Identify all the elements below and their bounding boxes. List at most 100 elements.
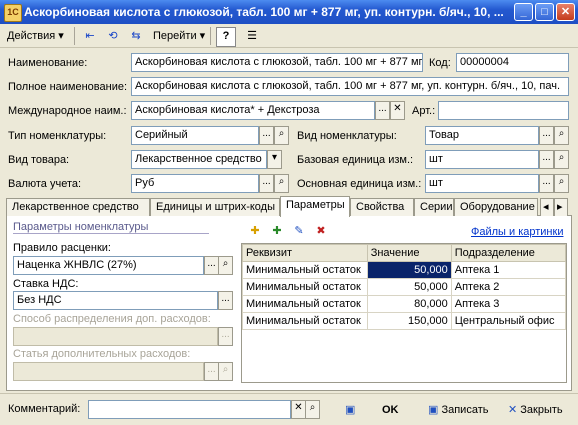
tab-parameters[interactable]: Параметры — [280, 196, 350, 217]
column-header-department[interactable]: Подразделение — [450, 244, 567, 262]
close-window-button[interactable]: ✕ — [556, 3, 575, 21]
base-unit-search-icon[interactable]: ⌕ — [554, 150, 569, 169]
code-label: Код: — [429, 57, 451, 69]
window-title: Аскорбиновая кислота с глюкозой, табл. 1… — [24, 5, 504, 19]
edit-row-icon[interactable]: ✎ — [289, 222, 309, 242]
table-row[interactable]: Минимальный остаток 50,000 Аптека 1 — [242, 261, 567, 279]
actions-menu[interactable]: Действия ▾ — [4, 26, 67, 46]
main-unit-label: Основная единица изм.: — [297, 178, 422, 190]
extra-cost-select-button: ... — [204, 362, 219, 381]
list-icon[interactable]: ☰ — [242, 27, 262, 47]
nom-type-search-icon[interactable]: ⌕ — [274, 126, 289, 145]
copy-row-icon[interactable]: ✚ — [267, 222, 287, 242]
currency-field[interactable]: Руб — [131, 174, 259, 193]
nom-kind-field[interactable]: Товар — [425, 126, 539, 145]
go-back-icon[interactable]: ⇤ — [80, 27, 100, 47]
structure-icon[interactable]: ⇆ — [126, 27, 146, 47]
nom-type-field[interactable]: Серийный — [131, 126, 259, 145]
goods-kind-field[interactable]: Лекарственное средство — [131, 150, 267, 169]
tab-scroll-left-icon[interactable]: ◂ — [540, 198, 554, 216]
intl-name-field[interactable]: Аскорбиновая кислота* + Декстроза — [131, 101, 375, 120]
column-header-attribute[interactable]: Реквизит — [242, 244, 368, 262]
nom-kind-search-icon[interactable]: ⌕ — [554, 126, 569, 145]
save-button[interactable]: ▣ Записать — [428, 400, 488, 420]
cell-value[interactable]: 80,000 — [366, 295, 452, 313]
pricing-rule-search-icon[interactable]: ⌕ — [218, 256, 233, 275]
intl-name-label: Международное наим.: — [8, 105, 127, 117]
cell-department[interactable]: Аптека 1 — [450, 261, 567, 279]
table-row[interactable]: Минимальный остаток 50,000 Аптека 2 — [242, 278, 567, 296]
pricing-rule-field[interactable]: Наценка ЖНВЛС (27%) — [13, 256, 204, 275]
cell-department[interactable]: Аптека 3 — [450, 295, 567, 313]
fullname-field[interactable]: Аскорбиновая кислота с глюкозой, табл. 1… — [131, 77, 569, 96]
nom-kind-label: Вид номенклатуры: — [297, 130, 397, 142]
goto-menu[interactable]: Перейти ▾ — [150, 26, 208, 46]
comment-clear-icon[interactable]: ✕ — [291, 400, 306, 419]
comment-search-icon[interactable]: ⌕ — [305, 400, 320, 419]
tab-medicine[interactable]: Лекарственное средство — [6, 198, 150, 216]
base-unit-label: Базовая единица изм.: — [297, 154, 414, 166]
save-close-icon[interactable]: ▣ — [345, 400, 355, 420]
files-and-images-link[interactable]: Файлы и картинки — [471, 226, 563, 238]
column-header-value[interactable]: Значение — [366, 244, 452, 262]
distribution-select-button: ... — [218, 327, 233, 346]
cell-value[interactable]: 150,000 — [366, 312, 452, 330]
extra-cost-search-icon: ⌕ — [218, 362, 233, 381]
refresh-icon[interactable]: ⟲ — [103, 27, 123, 47]
tab-series[interactable]: Серии — [414, 198, 454, 216]
base-unit-select-button[interactable]: ... — [539, 150, 554, 169]
currency-search-icon[interactable]: ⌕ — [274, 174, 289, 193]
intl-name-select-button[interactable]: ... — [375, 101, 390, 120]
nom-type-select-button[interactable]: ... — [259, 126, 274, 145]
cell-department[interactable]: Аптека 2 — [450, 278, 567, 296]
goods-kind-dropdown-button[interactable]: ▾ — [267, 150, 282, 169]
comment-field[interactable] — [88, 400, 291, 419]
tab-properties[interactable]: Свойства — [350, 198, 414, 216]
currency-select-button[interactable]: ... — [259, 174, 274, 193]
minimize-button[interactable]: _ — [514, 3, 533, 21]
help-icon[interactable]: ? — [216, 27, 236, 47]
extra-cost-field — [13, 362, 204, 381]
cell-department[interactable]: Центральный офис — [450, 312, 567, 330]
title-bar: 1С Аскорбиновая кислота с глюкозой, табл… — [0, 0, 578, 24]
main-unit-search-icon[interactable]: ⌕ — [554, 174, 569, 193]
cell-attribute[interactable]: Минимальный остаток — [242, 261, 368, 279]
save-icon: ▣ — [428, 404, 439, 416]
tab-equipment[interactable]: Оборудование — [454, 198, 538, 216]
delete-row-icon[interactable]: ✖ — [311, 222, 331, 242]
distribution-label: Способ распределения доп. расходов: — [13, 313, 211, 325]
main-unit-field[interactable]: шт — [425, 174, 539, 193]
ok-button[interactable]: OK — [382, 400, 399, 420]
main-unit-select-button[interactable]: ... — [539, 174, 554, 193]
nom-kind-select-button[interactable]: ... — [539, 126, 554, 145]
intl-name-clear-icon[interactable]: ✕ — [390, 101, 405, 120]
parameters-table: Реквизит Значение Подразделение Минималь… — [241, 243, 567, 383]
pricing-rule-select-button[interactable]: ... — [204, 256, 219, 275]
goods-kind-label: Вид товара: — [8, 154, 70, 166]
table-row[interactable]: Минимальный остаток 150,000 Центральный … — [242, 312, 567, 330]
article-field[interactable] — [438, 101, 569, 120]
toolbar: Действия ▾ ⇤ ⟲ ⇆ Перейти ▾ ? ☰ — [0, 24, 578, 48]
close-button[interactable]: ✕ Закрыть — [508, 400, 563, 420]
tab-units-barcodes[interactable]: Единицы и штрих-коды — [150, 198, 280, 216]
table-row[interactable]: Минимальный остаток 80,000 Аптека 3 — [242, 295, 567, 313]
fullname-label: Полное наименование: — [8, 81, 128, 93]
name-field[interactable]: Аскорбиновая кислота с глюкозой, табл. 1… — [131, 53, 423, 72]
cell-attribute[interactable]: Минимальный остаток — [242, 295, 368, 313]
cell-value[interactable]: 50,000 — [366, 278, 452, 296]
cell-value[interactable]: 50,000 — [366, 261, 452, 279]
currency-label: Валюта учета: — [8, 178, 82, 190]
tab-scroll-right-icon[interactable]: ▸ — [554, 198, 568, 216]
vat-field[interactable]: Без НДС — [13, 291, 218, 310]
cell-attribute[interactable]: Минимальный остаток — [242, 278, 368, 296]
vat-select-button[interactable]: ... — [218, 291, 233, 310]
base-unit-field[interactable]: шт — [425, 150, 539, 169]
extra-cost-label: Статья дополнительных расходов: — [13, 348, 191, 360]
code-field[interactable]: 00000004 — [456, 53, 569, 72]
cell-attribute[interactable]: Минимальный остаток — [242, 312, 368, 330]
maximize-button[interactable]: □ — [535, 3, 554, 21]
add-row-icon[interactable]: ✚ — [245, 222, 265, 242]
toolbar-separator — [210, 27, 211, 45]
save-button-label: Записать — [441, 404, 489, 416]
close-button-label: Закрыть — [520, 404, 563, 416]
